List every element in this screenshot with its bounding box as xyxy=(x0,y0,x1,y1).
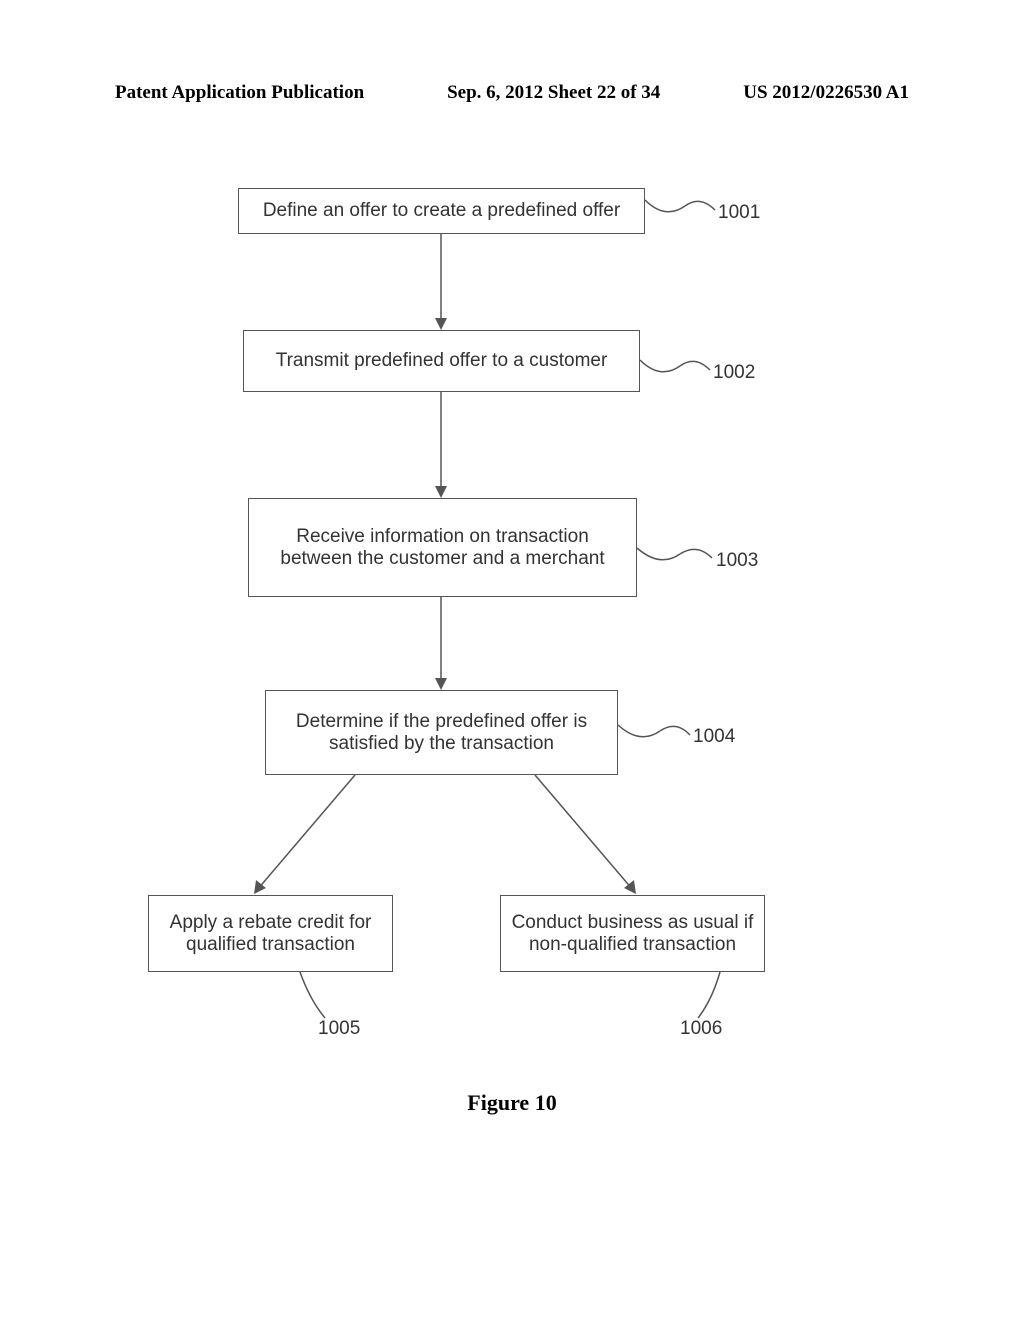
header-right: US 2012/0226530 A1 xyxy=(743,82,909,104)
box-1001: Define an offer to create a predefined o… xyxy=(238,188,645,234)
label-1006: 1006 xyxy=(680,1018,722,1040)
label-1005: 1005 xyxy=(318,1018,360,1040)
label-1001: 1001 xyxy=(718,202,760,224)
label-1002: 1002 xyxy=(713,362,755,384)
page-header: Patent Application Publication Sep. 6, 2… xyxy=(0,82,1024,104)
box-1004: Determine if the predefined offer is sat… xyxy=(265,690,618,775)
header-left: Patent Application Publication xyxy=(115,82,364,104)
box-1005-text: Apply a rebate credit for qualified tran… xyxy=(159,912,382,956)
box-1006: Conduct business as usual if non-qualifi… xyxy=(500,895,765,972)
box-1003: Receive information on transaction betwe… xyxy=(248,498,637,597)
box-1006-text: Conduct business as usual if non-qualifi… xyxy=(511,912,754,956)
box-1001-text: Define an offer to create a predefined o… xyxy=(263,200,620,222)
figure-caption: Figure 10 xyxy=(0,1090,1024,1116)
box-1004-text: Determine if the predefined offer is sat… xyxy=(276,711,607,755)
box-1002-text: Transmit predefined offer to a customer xyxy=(276,350,608,372)
box-1002: Transmit predefined offer to a customer xyxy=(243,330,640,392)
box-1003-text: Receive information on transaction betwe… xyxy=(259,526,626,570)
header-center: Sep. 6, 2012 Sheet 22 of 34 xyxy=(447,82,660,104)
label-1003: 1003 xyxy=(716,550,758,572)
box-1005: Apply a rebate credit for qualified tran… xyxy=(148,895,393,972)
label-1004: 1004 xyxy=(693,726,735,748)
